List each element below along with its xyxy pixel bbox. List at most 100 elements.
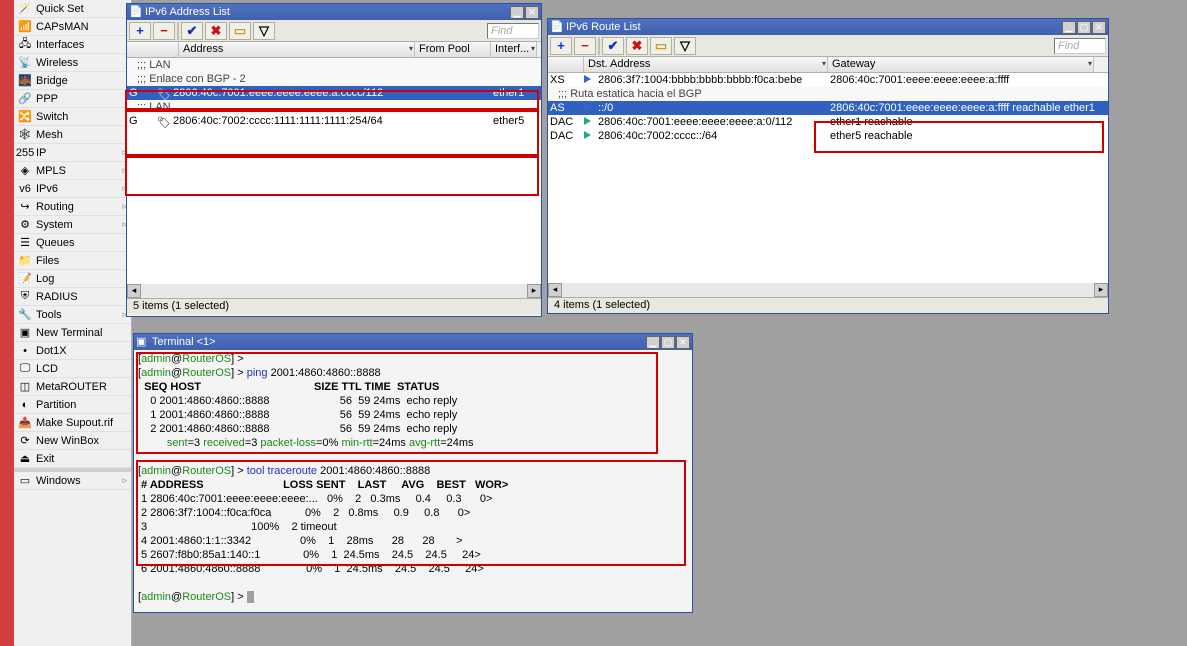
add-button[interactable]: + [550, 37, 572, 55]
col-gateway[interactable]: Gateway▾ [828, 57, 1094, 72]
menu-item-new-terminal[interactable]: ▣New Terminal [14, 324, 131, 342]
menu-item-files[interactable]: 📁Files [14, 252, 131, 270]
menu-label: IP [36, 147, 46, 159]
close-button[interactable]: ✕ [1092, 21, 1106, 34]
minimize-button[interactable]: ▁ [1062, 21, 1076, 34]
titlebar[interactable]: 📄 IPv6 Address List ▁ ✕ [127, 4, 541, 20]
close-button[interactable]: ✕ [525, 6, 539, 19]
maximize-button[interactable]: ▢ [1077, 21, 1091, 34]
active-route-icon [584, 117, 591, 125]
disable-button[interactable]: ✖ [205, 22, 227, 40]
menu-label: New WinBox [36, 435, 99, 447]
supout-icon: 📤 [18, 416, 32, 430]
menu-label: Files [36, 255, 59, 267]
menu-item-exit[interactable]: ⏏Exit [14, 450, 131, 468]
comment-button[interactable]: ▭ [229, 22, 251, 40]
ipv6-address-list-window: 📄 IPv6 Address List ▁ ✕ + − ✔ ✖ ▭ ▽ Find… [126, 3, 542, 317]
menu-item-metarouter[interactable]: ◫MetaROUTER [14, 378, 131, 396]
maximize-button[interactable]: ▢ [661, 336, 675, 349]
minimize-button[interactable]: ▁ [510, 6, 524, 19]
address-row[interactable]: G🏷2806:40c:7002:cccc:1111:1111:1111:254/… [127, 114, 541, 128]
menu-item-interfaces[interactable]: 🖧Interfaces [14, 36, 131, 54]
winbox-vertical-label [0, 0, 14, 646]
route-row[interactable]: DAC2806:40c:7001:eeee:eeee:eeee:a:0/112e… [548, 115, 1108, 129]
menu-label: Quick Set [36, 3, 84, 15]
menu-item-bridge[interactable]: 🌉Bridge [14, 72, 131, 90]
terminal-window: ▣ Terminal <1> ▁ ▢ ✕ [admin@RouterOS] > … [133, 333, 693, 613]
menu-item-quick-set[interactable]: 🪄Quick Set [14, 0, 131, 18]
ppp-icon: 🔗 [18, 92, 32, 106]
menu-item-make-supout.rif[interactable]: 📤Make Supout.rif [14, 414, 131, 432]
menu-item-dot1x[interactable]: •Dot1X [14, 342, 131, 360]
titlebar[interactable]: ▣ Terminal <1> ▁ ▢ ✕ [134, 334, 692, 350]
hscrollbar[interactable]: ◂▸ [127, 284, 541, 298]
find-input[interactable]: Find [1054, 38, 1106, 54]
comment-button[interactable]: ▭ [650, 37, 672, 55]
ip-icon: 255 [18, 146, 32, 160]
mesh-icon: 🕸 [18, 128, 32, 142]
menu-item-wireless[interactable]: 📡Wireless [14, 54, 131, 72]
menu-item-log[interactable]: 📝Log [14, 270, 131, 288]
grid-body[interactable]: XS2806:3f7:1004:bbbb:bbbb:bbbb:f0ca:bebe… [548, 73, 1108, 283]
menu-item-ipv6[interactable]: v6IPv6▹ [14, 180, 131, 198]
comment-row[interactable]: ;;; LAN [127, 100, 541, 114]
titlebar[interactable]: 📄 IPv6 Route List ▁ ▢ ✕ [548, 19, 1108, 35]
menu-label: Windows [36, 475, 81, 487]
filter-button[interactable]: ▽ [253, 22, 275, 40]
find-input[interactable]: Find [487, 23, 539, 39]
menu-item-routing[interactable]: ↪Routing▹ [14, 198, 131, 216]
caps-icon: 📶 [18, 20, 32, 34]
menu-item-queues[interactable]: ☰Queues [14, 234, 131, 252]
col-dst[interactable]: Dst. Address▾ [584, 57, 828, 72]
dot1x-icon: • [18, 344, 32, 358]
menu-label: Exit [36, 453, 54, 465]
menu-item-capsman[interactable]: 📶CAPsMAN [14, 18, 131, 36]
menu-item-windows[interactable]: ▭Windows▹ [14, 472, 131, 490]
col-address[interactable]: Address▾ [179, 42, 415, 57]
menu-item-system[interactable]: ⚙System▹ [14, 216, 131, 234]
window-icon: 📄 [129, 5, 143, 19]
comment-row[interactable]: ;;; Enlace con BGP - 2 [127, 72, 541, 86]
enable-button[interactable]: ✔ [602, 37, 624, 55]
toolbar: + − ✔ ✖ ▭ ▽ Find [127, 20, 541, 42]
windows-icon: ▭ [18, 474, 32, 488]
lcd-icon: 🖵 [18, 362, 32, 376]
filter-button[interactable]: ▽ [674, 37, 696, 55]
comment-row[interactable]: ;;; LAN [127, 58, 541, 72]
remove-button[interactable]: − [153, 22, 175, 40]
menu-item-ip[interactable]: 255IP▹ [14, 144, 131, 162]
menu-item-mpls[interactable]: ◈MPLS▹ [14, 162, 131, 180]
log-icon: 📝 [18, 272, 32, 286]
close-button[interactable]: ✕ [676, 336, 690, 349]
grid-body[interactable]: ;;; LAN;;; Enlace con BGP - 2G🏷2806:40c:… [127, 58, 541, 284]
terminal-body[interactable]: [admin@RouterOS] > [admin@RouterOS] > pi… [134, 350, 692, 610]
menu-label: Tools [36, 309, 62, 321]
menu-item-mesh[interactable]: 🕸Mesh [14, 126, 131, 144]
menu-item-ppp[interactable]: 🔗PPP [14, 90, 131, 108]
menu-item-switch[interactable]: 🔀Switch [14, 108, 131, 126]
menu-item-partition[interactable]: ◐Partition [14, 396, 131, 414]
menu-item-tools[interactable]: 🔧Tools▹ [14, 306, 131, 324]
disable-button[interactable]: ✖ [626, 37, 648, 55]
menu-item-lcd[interactable]: 🖵LCD [14, 360, 131, 378]
menu-item-new-winbox[interactable]: ⟳New WinBox [14, 432, 131, 450]
menu-item-radius[interactable]: ⛨RADIUS [14, 288, 131, 306]
hscrollbar[interactable]: ◂▸ [548, 283, 1108, 297]
remove-button[interactable]: − [574, 37, 596, 55]
enable-button[interactable]: ✔ [181, 22, 203, 40]
add-button[interactable]: + [129, 22, 151, 40]
address-row[interactable]: G🏷2806:40c:7001:eeee:eeee:eeee:a:cccc/11… [127, 86, 541, 100]
route-row[interactable]: AS::/02806:40c:7001:eeee:eeee:eeee:a:fff… [548, 101, 1108, 115]
menu-label: Wireless [36, 57, 78, 69]
col-frompool[interactable]: From Pool [415, 42, 491, 57]
minimize-button[interactable]: ▁ [646, 336, 660, 349]
col-interface[interactable]: Interf...▾ [491, 42, 537, 57]
term-icon: ▣ [18, 326, 32, 340]
terminal-icon: ▣ [136, 335, 150, 349]
menu-label: MetaROUTER [36, 381, 107, 393]
ipv6-icon: v6 [18, 182, 32, 196]
route-row[interactable]: DAC2806:40c:7002:cccc::/64ether5 reachab… [548, 129, 1108, 143]
system-icon: ⚙ [18, 218, 32, 232]
comment-row[interactable]: ;;; Ruta estatica hacia el BGP [548, 87, 1108, 101]
route-row[interactable]: XS2806:3f7:1004:bbbb:bbbb:bbbb:f0ca:bebe… [548, 73, 1108, 87]
